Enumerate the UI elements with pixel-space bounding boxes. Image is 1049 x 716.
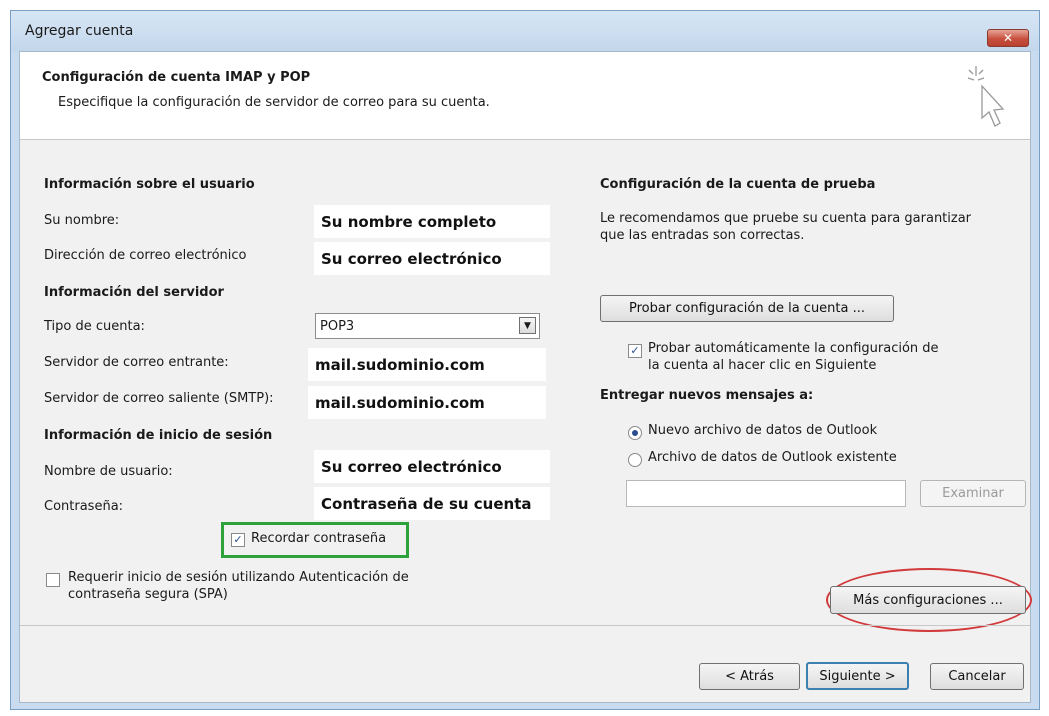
header-subtitle: Especifique la configuración de servidor…	[58, 95, 490, 110]
title-bar[interactable]: Agregar cuenta ✕	[11, 11, 1039, 51]
auto-test-checkbox[interactable]: ✓	[628, 344, 642, 358]
dialog-header: Configuración de cuenta IMAP y POP Espec…	[20, 52, 1030, 140]
close-icon: ✕	[1002, 31, 1014, 45]
spa-label-line1: Requerir inicio de sesión utilizando Aut…	[68, 570, 409, 585]
back-button[interactable]: < Atrás	[699, 663, 800, 690]
account-type-select[interactable]: POP3 ▼	[315, 313, 540, 339]
test-settings-heading: Configuración de la cuenta de prueba	[600, 177, 876, 192]
next-button[interactable]: Siguiente >	[806, 662, 909, 690]
data-file-path-input	[626, 480, 906, 507]
spa-checkbox[interactable]	[46, 573, 60, 587]
more-settings-button[interactable]: Más configuraciones ...	[830, 586, 1026, 614]
name-label: Su nombre:	[44, 213, 120, 228]
remember-password-label: Recordar contraseña	[251, 531, 387, 546]
login-info-heading: Información de inicio de sesión	[44, 428, 273, 443]
chevron-down-icon[interactable]: ▼	[519, 317, 536, 334]
account-type-value: POP3	[320, 318, 355, 334]
password-label: Contraseña:	[44, 499, 124, 514]
server-info-heading: Información del servidor	[44, 285, 224, 300]
cursor-sparkle-icon	[967, 66, 1005, 127]
username-input[interactable]: Su correo electrónico	[314, 450, 550, 483]
email-label: Dirección de correo electrónico	[44, 248, 247, 263]
auto-test-label-line1: Probar automáticamente la configuración …	[648, 341, 939, 356]
outgoing-server-input[interactable]: mail.sudominio.com	[308, 386, 546, 419]
test-account-button[interactable]: Probar configuración de la cuenta ...	[600, 295, 894, 322]
header-title: Configuración de cuenta IMAP y POP	[42, 70, 311, 85]
footer-divider	[20, 625, 1030, 626]
existing-data-file-label: Archivo de datos de Outlook existente	[648, 450, 897, 465]
name-input[interactable]: Su nombre completo	[314, 205, 550, 238]
auto-test-label-line2: la cuenta al hacer clic en Siguiente	[648, 358, 877, 373]
spa-label-line2: contraseña segura (SPA)	[68, 587, 228, 602]
dialog-client-area: Configuración de cuenta IMAP y POP Espec…	[19, 51, 1032, 703]
cancel-button[interactable]: Cancelar	[930, 663, 1024, 690]
remember-password-checkbox[interactable]: ✓	[231, 533, 245, 547]
password-input[interactable]: Contraseña de su cuenta	[314, 487, 550, 520]
outgoing-server-label: Servidor de correo saliente (SMTP):	[44, 391, 274, 406]
incoming-server-input[interactable]: mail.sudominio.com	[308, 348, 546, 381]
browse-button: Examinar	[920, 480, 1026, 507]
email-input[interactable]: Su correo electrónico	[314, 242, 550, 275]
new-data-file-label: Nuevo archivo de datos de Outlook	[648, 423, 878, 438]
radio-new-data-file[interactable]	[628, 426, 642, 440]
account-type-label: Tipo de cuenta:	[44, 319, 145, 334]
add-account-dialog: Agregar cuenta ✕ Configuración de cuenta…	[10, 10, 1040, 710]
test-desc-line2: que las entradas son correctas.	[600, 228, 805, 243]
user-info-heading: Información sobre el usuario	[44, 177, 255, 192]
incoming-server-label: Servidor de correo entrante:	[44, 355, 229, 370]
username-label: Nombre de usuario:	[44, 464, 173, 479]
deliver-heading: Entregar nuevos mensajes a:	[600, 388, 814, 403]
test-desc-line1: Le recomendamos que pruebe su cuenta par…	[600, 211, 972, 226]
window-title: Agregar cuenta	[25, 23, 134, 39]
radio-existing-data-file[interactable]	[628, 453, 642, 467]
close-button[interactable]: ✕	[987, 29, 1029, 47]
